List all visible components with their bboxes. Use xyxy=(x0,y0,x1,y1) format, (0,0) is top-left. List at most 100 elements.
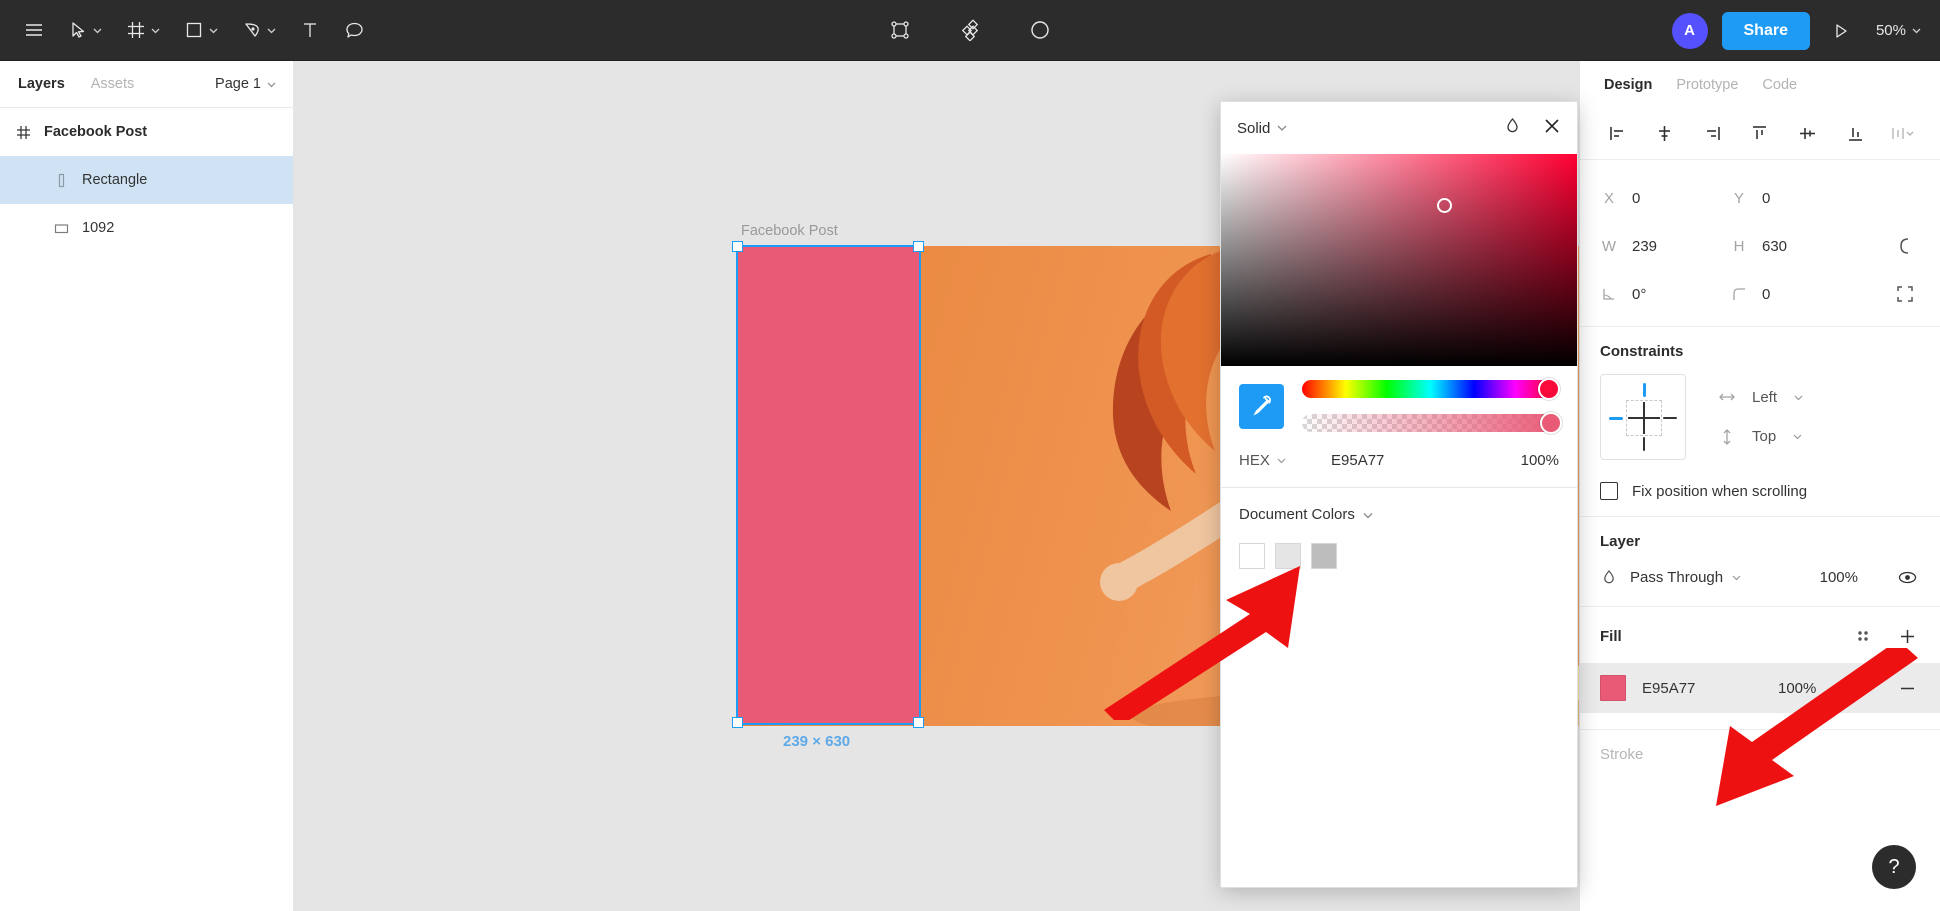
contrast-circle-icon[interactable] xyxy=(1018,8,1062,52)
hex-value-input[interactable]: E95A77 xyxy=(1331,452,1521,469)
fix-position-checkbox-row[interactable]: Fix position when scrolling xyxy=(1600,482,1920,500)
component-nodes-icon[interactable] xyxy=(878,8,922,52)
tab-code[interactable]: Code xyxy=(1762,77,1797,93)
color-picker-cursor[interactable] xyxy=(1437,198,1452,213)
horizontal-constraint-select[interactable]: Left xyxy=(1718,389,1804,406)
fill-color-swatch[interactable] xyxy=(1600,675,1626,701)
fill-title: Fill xyxy=(1600,627,1622,645)
constraints-selects: Left Top xyxy=(1718,389,1804,446)
align-horizontal-center-icon[interactable] xyxy=(1648,117,1682,151)
opacity-input[interactable]: 100% xyxy=(1521,452,1559,469)
hue-slider[interactable] xyxy=(1302,378,1560,400)
document-swatch-white[interactable] xyxy=(1239,543,1265,569)
constraints-cross-horizontal xyxy=(1628,417,1660,419)
constraint-handle-bottom[interactable] xyxy=(1643,437,1645,451)
play-triangle-icon[interactable] xyxy=(1824,14,1858,48)
height-value[interactable]: 630 xyxy=(1762,238,1787,255)
layer-item-1092[interactable]: 1092 xyxy=(0,204,293,252)
tab-assets[interactable]: Assets xyxy=(91,76,135,92)
pen-tool[interactable] xyxy=(230,8,288,52)
move-tool[interactable] xyxy=(56,8,114,52)
eyedropper-icon[interactable] xyxy=(1239,383,1284,429)
fill-opacity-input[interactable]: 100% xyxy=(1778,680,1816,697)
stroke-section: Stroke xyxy=(1580,729,1940,779)
rotation-icon xyxy=(1600,287,1618,302)
top-toolbar: A Share 50% xyxy=(0,0,1940,61)
droplet-icon xyxy=(1600,569,1618,585)
corner-radius-field[interactable]: 0 xyxy=(1730,286,1860,303)
toolbar-right-group: A Share 50% xyxy=(1671,0,1927,61)
constraints-widget[interactable] xyxy=(1600,374,1686,460)
help-button[interactable]: ? xyxy=(1872,845,1916,889)
x-value[interactable]: 0 xyxy=(1632,190,1640,207)
distribute-icon[interactable] xyxy=(1886,117,1920,151)
tab-design[interactable]: Design xyxy=(1604,77,1652,93)
resize-handle-bottom-right[interactable] xyxy=(913,717,924,728)
align-left-icon[interactable] xyxy=(1600,117,1634,151)
text-tool[interactable] xyxy=(288,8,332,52)
blend-mode-select[interactable]: Pass Through xyxy=(1630,569,1742,586)
saturation-value-field[interactable] xyxy=(1221,154,1577,366)
shape-tool[interactable] xyxy=(172,8,230,52)
document-swatch-light-gray[interactable] xyxy=(1275,543,1301,569)
y-field[interactable]: Y 0 xyxy=(1730,190,1860,207)
align-vertical-center-icon[interactable] xyxy=(1791,117,1825,151)
height-field[interactable]: H 630 xyxy=(1730,238,1860,255)
document-colors-label: Document Colors xyxy=(1239,506,1355,523)
close-x-icon[interactable] xyxy=(1543,117,1561,140)
constrain-proportions-icon[interactable] xyxy=(1890,231,1920,261)
zoom-level-control[interactable]: 50% xyxy=(1872,16,1926,45)
constraint-handle-right[interactable] xyxy=(1663,417,1677,419)
resize-handle-bottom-left[interactable] xyxy=(732,717,743,728)
fill-styles-icon[interactable] xyxy=(1850,623,1876,649)
layer-item-rectangle[interactable]: Rectangle xyxy=(0,156,293,204)
hamburger-menu-icon[interactable] xyxy=(12,8,56,52)
resize-handle-top-right[interactable] xyxy=(913,241,924,252)
constraint-handle-left[interactable] xyxy=(1609,417,1623,420)
rectangle-slim-icon xyxy=(52,173,70,188)
vertical-constraint-select[interactable]: Top xyxy=(1718,428,1804,446)
width-value[interactable]: 239 xyxy=(1632,238,1657,255)
color-picker-popover[interactable]: Solid HEX E95A77 100% Document Colors xyxy=(1220,101,1578,888)
resize-handle-top-left[interactable] xyxy=(732,241,743,252)
eye-icon[interactable] xyxy=(1894,564,1920,590)
fill-hex-input[interactable]: E95A77 xyxy=(1642,680,1762,697)
y-value[interactable]: 0 xyxy=(1762,190,1770,207)
align-right-icon[interactable] xyxy=(1695,117,1729,151)
layer-item-facebook-post[interactable]: Facebook Post xyxy=(0,108,293,156)
diamond-grid-icon[interactable] xyxy=(948,8,992,52)
page-selector[interactable]: Page 1 xyxy=(215,76,277,92)
width-field[interactable]: W 239 xyxy=(1600,238,1730,255)
corner-radius-value[interactable]: 0 xyxy=(1762,286,1770,303)
rotation-value[interactable]: 0° xyxy=(1632,286,1646,303)
share-button[interactable]: Share xyxy=(1721,11,1810,50)
document-colors-toggle[interactable]: Document Colors xyxy=(1239,506,1559,523)
tab-prototype[interactable]: Prototype xyxy=(1676,77,1738,93)
alpha-slider-knob[interactable] xyxy=(1540,412,1563,434)
independent-corners-icon[interactable] xyxy=(1890,279,1920,309)
comment-tool[interactable] xyxy=(332,8,376,52)
rotation-radius-row: 0° 0 xyxy=(1600,270,1920,318)
document-swatch-gray[interactable] xyxy=(1311,543,1337,569)
frame-tool[interactable] xyxy=(114,8,172,52)
eye-icon[interactable] xyxy=(1848,675,1874,701)
add-fill-icon[interactable] xyxy=(1894,623,1920,649)
constraint-handle-top[interactable] xyxy=(1643,383,1646,397)
tab-layers[interactable]: Layers xyxy=(18,76,65,92)
align-bottom-icon[interactable] xyxy=(1838,117,1872,151)
x-field[interactable]: X 0 xyxy=(1600,190,1730,207)
hue-slider-knob[interactable] xyxy=(1537,378,1560,400)
remove-fill-icon[interactable] xyxy=(1894,675,1920,701)
fix-position-checkbox[interactable] xyxy=(1600,482,1618,500)
layer-opacity-input[interactable]: 100% xyxy=(1820,569,1858,586)
color-format-selector[interactable]: HEX xyxy=(1239,452,1331,469)
avatar[interactable]: A xyxy=(1671,12,1708,49)
selected-rectangle[interactable] xyxy=(736,245,921,725)
rotation-field[interactable]: 0° xyxy=(1600,286,1730,303)
droplet-icon[interactable] xyxy=(1504,117,1521,139)
chevron-down-icon[interactable] xyxy=(1276,122,1288,134)
align-top-icon[interactable] xyxy=(1743,117,1777,151)
fill-item-row[interactable]: E95A77 100% xyxy=(1580,663,1940,713)
canvas-frame-label[interactable]: Facebook Post xyxy=(741,223,838,239)
alpha-slider[interactable] xyxy=(1302,412,1563,434)
